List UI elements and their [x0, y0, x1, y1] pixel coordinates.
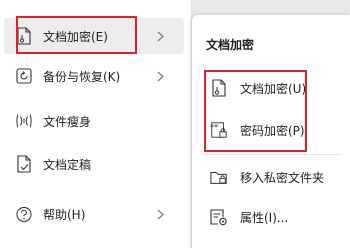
private-folder-icon: [210, 167, 228, 187]
menu-item-label: 文档加密(E): [43, 29, 108, 44]
menu-item-label: 文件瘦身: [43, 114, 92, 129]
properties-icon: [210, 207, 228, 227]
menu-item-help[interactable]: 帮助(H): [0, 196, 192, 232]
submenu-item-move-to-private-folder[interactable]: 移入私密文件夹: [192, 160, 350, 194]
document-lock-icon: [210, 78, 228, 98]
submenu-item-label: 属性(I)...: [240, 210, 289, 225]
menu-item-label: 备份与恢复(K): [43, 69, 121, 84]
submenu-item-label: 文档加密(U): [240, 81, 307, 96]
menu-item-label: 文档定稿: [43, 157, 92, 172]
submenu-item-document-encrypt[interactable]: 文档加密(U): [192, 71, 350, 105]
document-lock-icon: [16, 26, 32, 46]
menu-item-document-finalize[interactable]: 文档定稿: [0, 146, 192, 182]
submenu-item-label: 密码加密(P): [240, 123, 305, 138]
chevron-right-icon: [155, 208, 165, 220]
chevron-right-icon: [155, 30, 165, 42]
submenu-divider: [202, 154, 342, 155]
menu-item-file-slim[interactable]: 文件瘦身: [0, 103, 192, 139]
chevron-right-icon: [155, 70, 165, 82]
menu-item-label: 帮助(H): [43, 207, 86, 222]
submenu-item-password-encrypt[interactable]: ** 密码加密(P): [192, 113, 350, 147]
submenu-title: 文档加密: [206, 38, 255, 52]
backup-restore-icon: [16, 66, 32, 86]
password-lock-icon: **: [210, 120, 228, 140]
svg-text:**: **: [210, 122, 218, 132]
menu-item-backup-restore[interactable]: 备份与恢复(K): [0, 58, 192, 94]
help-icon: [16, 204, 32, 224]
submenu-item-properties[interactable]: 属性(I)...: [192, 200, 350, 234]
document-finalize-icon: [16, 154, 32, 174]
file-slim-icon: [16, 111, 32, 131]
menu-item-document-encrypt[interactable]: 文档加密(E): [4, 18, 184, 54]
main-menu: 文档加密(E) 备份与恢复(K) 文件瘦身 文档定稿 帮助(H): [0, 0, 192, 248]
submenu-item-label: 移入私密文件夹: [240, 170, 325, 185]
submenu-document-encrypt: 文档加密 文档加密(U) ** 密码加密(P) 移入私密文件夹 属性(I)...: [192, 15, 350, 248]
